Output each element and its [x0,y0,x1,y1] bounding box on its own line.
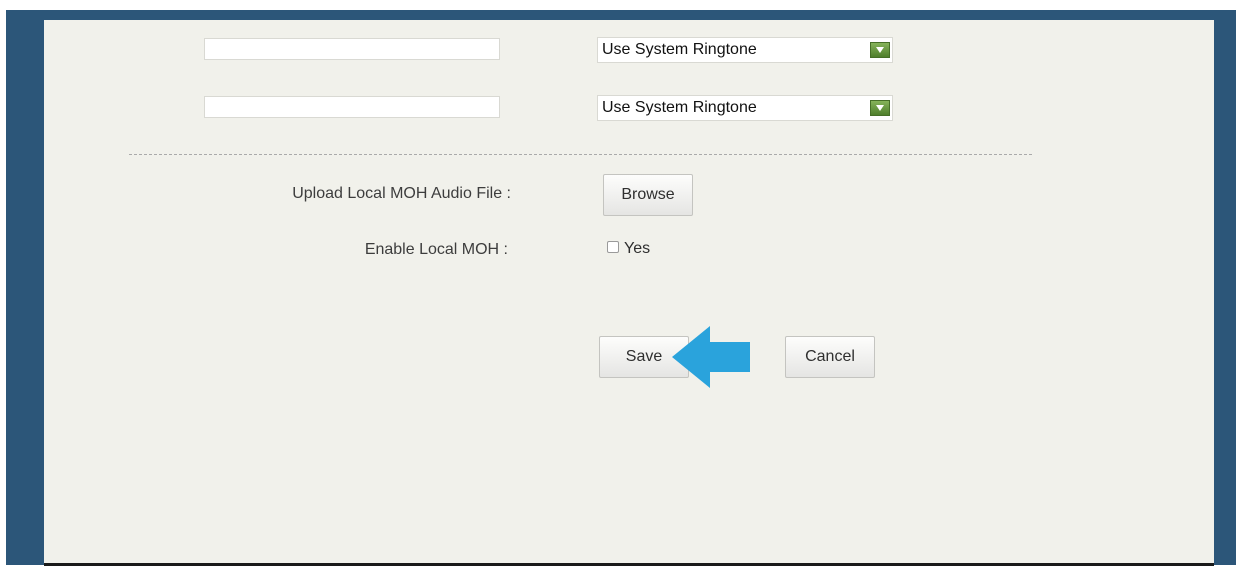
ringtone-row-2-select-value: Use System Ringtone [602,99,757,116]
enable-moh-option-label: Yes [624,240,651,257]
dropdown-arrow-icon[interactable] [870,100,890,116]
ringtone-row-2-input[interactable] [204,96,500,118]
browse-button[interactable]: Browse [603,174,693,216]
enable-moh-checkbox[interactable] [607,241,619,253]
ringtone-row-1-select-value: Use System Ringtone [602,41,757,58]
settings-panel: Use System Ringtone Use System Ringtone … [44,20,1214,566]
enable-moh-label: Enable Local MOH : [364,241,508,258]
upload-moh-label: Upload Local MOH Audio File : [292,185,511,202]
ringtone-row-2-select[interactable]: Use System Ringtone [597,95,893,121]
dropdown-arrow-icon[interactable] [870,42,890,58]
cancel-button[interactable]: Cancel [785,336,875,378]
ringtone-row-1-input[interactable] [204,38,500,60]
ringtone-row-1-select[interactable]: Use System Ringtone [597,37,893,63]
section-divider [129,154,1032,155]
page-frame: Use System Ringtone Use System Ringtone … [6,10,1236,566]
arrow-left-icon [672,326,750,388]
